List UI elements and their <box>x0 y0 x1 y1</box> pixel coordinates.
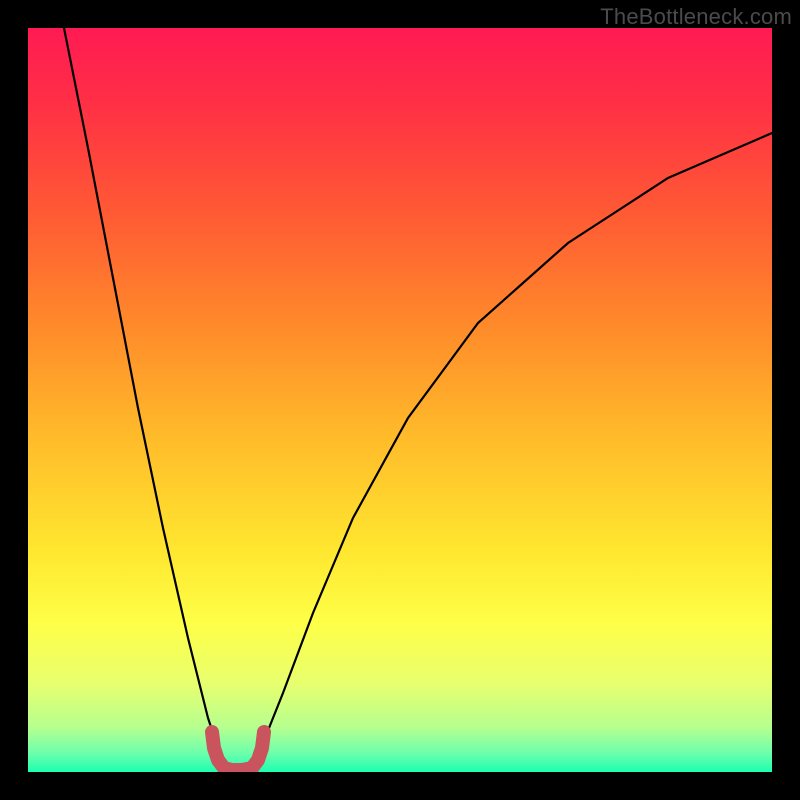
u-marker-curve <box>212 732 264 770</box>
curve-layer <box>28 28 772 772</box>
right-branch-curve <box>250 133 772 766</box>
watermark-text: TheBottleneck.com <box>600 4 792 30</box>
plot-frame <box>28 28 772 772</box>
left-branch-curve <box>64 28 226 766</box>
